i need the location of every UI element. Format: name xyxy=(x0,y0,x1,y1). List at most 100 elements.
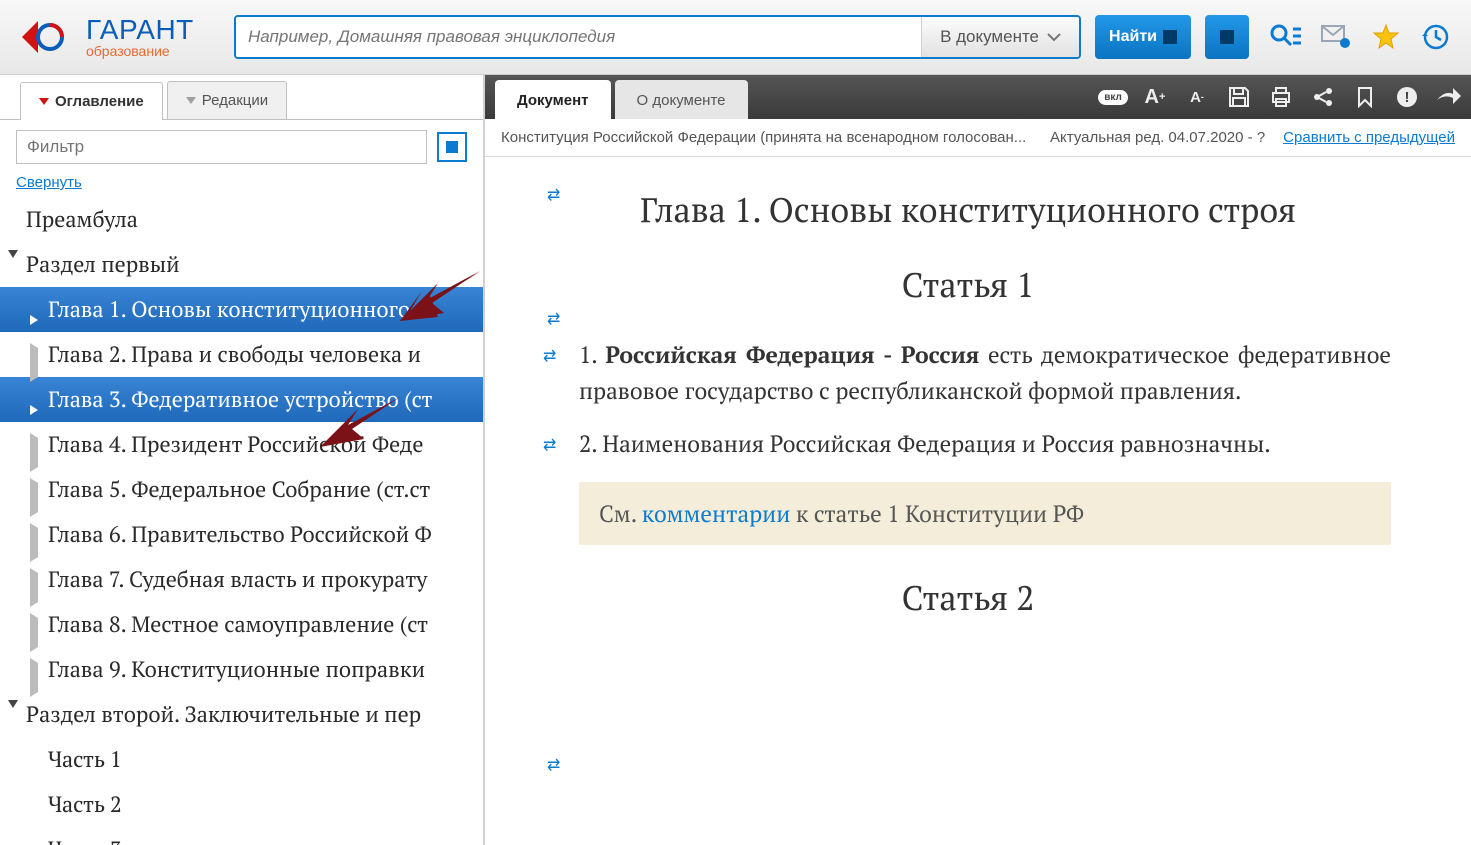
article-heading: Статья 1 xyxy=(545,262,1391,307)
toc-item[interactable]: Глава 4. Президент Российской Феде xyxy=(0,422,483,467)
triangle-closed-icon[interactable] xyxy=(30,483,44,497)
triangle-down-icon xyxy=(186,97,196,104)
toc-item-label: Глава 1. Основы конституционного с xyxy=(48,295,426,324)
chevron-down-icon xyxy=(1047,32,1061,42)
triangle-closed-icon[interactable] xyxy=(30,303,44,317)
toc-item-label: Глава 5. Федеральное Собрание (ст.ст xyxy=(48,475,430,504)
triangle-closed-icon[interactable] xyxy=(30,573,44,587)
logo-title: ГАРАНТ xyxy=(86,16,194,44)
toc-item-label: Глава 2. Права и свободы человека и xyxy=(48,340,421,369)
triangle-closed-icon[interactable] xyxy=(30,393,44,407)
paragraph: ⇄ 1. Российская Федерация - Россия есть … xyxy=(579,337,1391,408)
save-icon[interactable] xyxy=(1225,83,1253,111)
toc-item[interactable]: Глава 7. Судебная власть и прокурату xyxy=(0,557,483,602)
toc-tree: Преамбула Раздел первый Глава 1. Основы ко… xyxy=(0,197,483,845)
toc-item-label: Раздел второй. Заключительные и пер xyxy=(26,700,421,729)
advanced-search-icon[interactable] xyxy=(1263,15,1307,59)
collapse-link[interactable]: Свернуть xyxy=(0,174,483,197)
forward-icon[interactable] xyxy=(1435,83,1463,111)
link-marker-icon[interactable]: ⇄ xyxy=(547,753,560,775)
link-marker-icon[interactable]: ⇄ xyxy=(543,343,556,368)
toc-item[interactable]: Глава 6. Правительство Российской Ф xyxy=(0,512,483,557)
tab-contents[interactable]: Оглавление xyxy=(20,82,163,120)
document-title: Конституция Российской Федерации (принят… xyxy=(501,129,1032,146)
link-marker-icon[interactable]: ⇄ xyxy=(543,432,556,457)
share-icon[interactable] xyxy=(1309,83,1337,111)
toc-item-label: Глава 8. Местное самоуправление (ст xyxy=(48,610,428,639)
search-bar: В документе xyxy=(234,15,1081,59)
tab-document[interactable]: Документ xyxy=(495,80,611,119)
toc-item[interactable]: Глава 5. Федеральное Собрание (ст.ст xyxy=(0,467,483,512)
mail-icon[interactable] xyxy=(1321,22,1351,52)
search-input[interactable] xyxy=(236,17,921,57)
toc-item[interactable]: Глава 8. Местное самоуправление (ст xyxy=(0,602,483,647)
breadcrumb-row: Конституция Российской Федерации (принят… xyxy=(485,119,1471,157)
toc-item[interactable]: Часть 2 xyxy=(0,782,483,827)
chapter-heading: Глава 1. Основы конституционного строя xyxy=(545,187,1391,232)
svg-text:!: ! xyxy=(1405,89,1410,106)
triangle-open-icon[interactable] xyxy=(8,708,22,722)
toc-item-label: Глава 6. Правительство Российской Ф xyxy=(48,520,432,549)
filter-input[interactable] xyxy=(16,130,427,164)
upload-icon xyxy=(1220,30,1234,44)
toc-item-label: Глава 4. Президент Российской Феде xyxy=(48,430,423,459)
search-scope-dropdown[interactable]: В документе xyxy=(921,17,1079,57)
toc-item[interactable]: Часть 3 xyxy=(0,827,483,845)
left-tabs: Оглавление Редакции xyxy=(0,75,483,120)
toc-item-label: Раздел первый xyxy=(26,250,180,279)
document-content[interactable]: ⇄ Глава 1. Основы конституционного строя… xyxy=(485,157,1471,845)
triangle-down-icon xyxy=(39,98,49,105)
comment-link[interactable]: комментарии xyxy=(642,498,791,529)
print-icon[interactable] xyxy=(1267,83,1295,111)
version-link[interactable]: Актуальная ред. 04.07.2020 - ? xyxy=(1050,129,1265,146)
toc-item[interactable]: Глава 9. Конституционные поправки xyxy=(0,647,483,692)
bookmark-icon[interactable] xyxy=(1351,83,1379,111)
history-icon[interactable] xyxy=(1421,22,1451,52)
link-marker-icon[interactable]: ⇄ xyxy=(547,183,560,205)
left-panel: Оглавление Редакции Свернуть Преамбула Ра… xyxy=(0,75,485,845)
toc-item[interactable]: Глава 1. Основы конституционного с xyxy=(0,287,483,332)
toc-item[interactable]: Глава 3. Федеративное устройство (ст xyxy=(0,377,483,422)
header-tools xyxy=(1321,22,1451,52)
triangle-closed-icon[interactable] xyxy=(30,618,44,632)
toc-item[interactable]: Преамбула xyxy=(0,197,483,242)
triangle-closed-icon[interactable] xyxy=(30,438,44,452)
article-heading: Статья 2 xyxy=(545,575,1391,620)
toc-item-label: Глава 9. Конституционные поправки xyxy=(48,655,425,684)
font-increase-button[interactable]: A+ xyxy=(1141,83,1169,111)
toc-item-label: Часть 2 xyxy=(48,790,122,819)
right-panel: Документ О документе вкл A+ A- ! Констит… xyxy=(485,75,1471,845)
logo-icon xyxy=(20,15,76,59)
filter-row xyxy=(0,120,483,174)
toc-item-label: Глава 7. Судебная власть и прокурату xyxy=(48,565,427,594)
app-header: ГАРАНТ образование В документе Найти xyxy=(0,0,1471,75)
logo[interactable]: ГАРАНТ образование xyxy=(20,15,220,59)
compare-link[interactable]: Сравнить с предыдущей xyxy=(1283,129,1455,146)
toc-item[interactable]: Раздел первый xyxy=(0,242,483,287)
toc-item-label: Преамбула xyxy=(26,205,138,234)
comment-box: См. комментарии к статье 1 Конституции Р… xyxy=(579,482,1391,545)
search-button[interactable]: Найти xyxy=(1095,15,1191,59)
square-icon xyxy=(446,141,458,153)
upload-button[interactable] xyxy=(1205,15,1249,59)
paragraph: ⇄ 2. Наименования Российская Федерация и… xyxy=(579,426,1391,462)
toc-item[interactable]: Раздел второй. Заключительные и пер xyxy=(0,692,483,737)
toggle-badge[interactable]: вкл xyxy=(1099,83,1127,111)
triangle-closed-icon[interactable] xyxy=(30,528,44,542)
toc-item[interactable]: Часть 1 xyxy=(0,737,483,782)
tab-editions[interactable]: Редакции xyxy=(167,81,287,119)
triangle-closed-icon[interactable] xyxy=(30,348,44,362)
font-decrease-button[interactable]: A- xyxy=(1183,83,1211,111)
info-icon[interactable]: ! xyxy=(1393,83,1421,111)
triangle-closed-icon[interactable] xyxy=(30,663,44,677)
link-marker-icon[interactable]: ⇄ xyxy=(547,307,560,329)
triangle-open-icon[interactable] xyxy=(8,258,22,272)
filter-mode-button[interactable] xyxy=(437,132,467,162)
toc-item-label: Часть 1 xyxy=(48,745,122,774)
document-toolbar: Документ О документе вкл A+ A- ! xyxy=(485,75,1471,119)
tab-about-document[interactable]: О документе xyxy=(615,80,748,119)
search-scope-label: В документе xyxy=(940,27,1039,47)
star-icon[interactable] xyxy=(1371,22,1401,52)
logo-subtitle: образование xyxy=(86,44,194,58)
toc-item[interactable]: Глава 2. Права и свободы человека и xyxy=(0,332,483,377)
